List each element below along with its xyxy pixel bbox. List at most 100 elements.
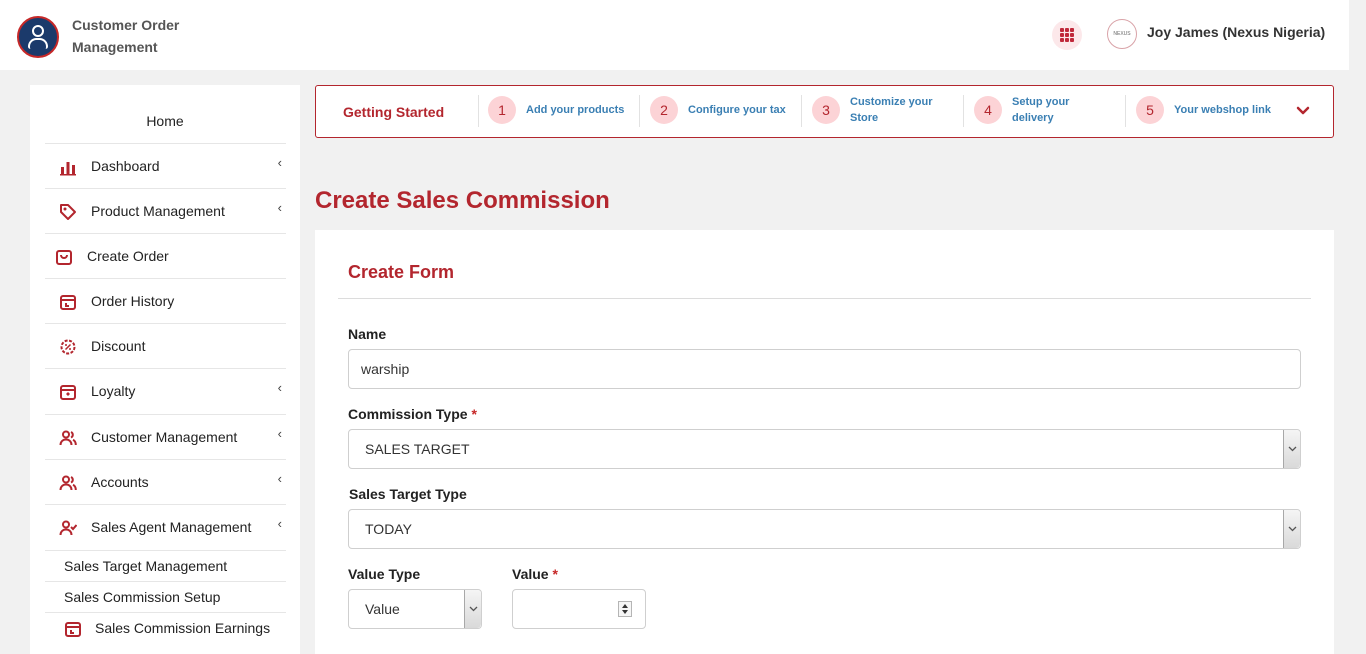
- users-icon: [59, 475, 77, 491]
- shopping-bag-icon: [56, 250, 72, 265]
- sidebar-item-label: Create Order: [87, 248, 169, 264]
- chevron-left-icon: ‹: [277, 471, 282, 486]
- chevron-left-icon: ‹: [277, 426, 282, 441]
- sidebar: Home Dashboard ‹ Product Management ‹ Cr…: [30, 85, 300, 654]
- sidebar-item-order-history[interactable]: Order History: [45, 278, 286, 323]
- step-number: 2: [650, 96, 678, 124]
- sidebar-item-label: Loyalty: [91, 383, 136, 399]
- sidebar-item-label: Dashboard: [91, 158, 160, 174]
- gift-box-icon: [60, 385, 76, 400]
- name-input[interactable]: warship: [348, 349, 1301, 389]
- step-number: 3: [812, 96, 840, 124]
- chevron-down-icon[interactable]: [1296, 104, 1310, 118]
- sidebar-item-customer-management[interactable]: Customer Management ‹: [45, 414, 286, 459]
- sidebar-item-sales-agent-management[interactable]: Sales Agent Management ‹: [45, 504, 286, 549]
- divider: [963, 95, 964, 127]
- value-label-text: Value: [512, 566, 549, 582]
- required-marker: *: [552, 566, 558, 582]
- sidebar-item-product-management[interactable]: Product Management ‹: [45, 188, 286, 233]
- step-number: 4: [974, 96, 1002, 124]
- chevron-left-icon: ‹: [277, 380, 282, 395]
- top-bar: Customer Order Management NEXUS Joy Jame…: [0, 0, 1349, 70]
- divider: [338, 298, 1311, 299]
- sidebar-subitem-label: Sales Commission Setup: [64, 589, 221, 605]
- chevron-left-icon: ‹: [277, 516, 282, 531]
- sidebar-item-label: Accounts: [91, 474, 149, 490]
- sidebar-item-label: Order History: [91, 293, 175, 309]
- tag-icon: [60, 204, 76, 220]
- sidebar-item-label: Sales Agent Management: [91, 519, 252, 535]
- sidebar-subitem-sales-commission-setup[interactable]: Sales Commission Setup: [45, 581, 286, 612]
- chevron-down-icon: [1288, 526, 1297, 532]
- user-check-icon: [59, 520, 77, 536]
- sales-target-type-value: TODAY: [365, 521, 412, 537]
- sidebar-item-accounts[interactable]: Accounts ‹: [45, 459, 286, 504]
- divider: [478, 95, 479, 127]
- getting-started-step-2[interactable]: 2 Configure your tax: [650, 94, 800, 128]
- getting-started-step-5[interactable]: 5 Your webshop link: [1136, 94, 1286, 128]
- sidebar-item-discount[interactable]: Discount: [45, 323, 286, 368]
- calendar-icon: [65, 622, 81, 637]
- getting-started-step-3[interactable]: 3 Customize your Store: [812, 94, 962, 128]
- value-label: Value *: [512, 566, 558, 582]
- select-arrow: [1283, 510, 1300, 548]
- commission-type-label: Commission Type *: [348, 406, 477, 422]
- user-name[interactable]: Joy James (Nexus Nigeria): [1147, 24, 1325, 40]
- chevron-down-icon: [469, 606, 478, 612]
- sales-target-type-label: Sales Target Type: [349, 486, 467, 502]
- getting-started-step-4[interactable]: 4 Setup your delivery: [974, 94, 1124, 128]
- sidebar-item-create-order[interactable]: Create Order: [45, 233, 286, 278]
- getting-started-bar: Getting Started 1 Add your products 2 Co…: [315, 85, 1334, 138]
- sidebar-item-label: Customer Management: [91, 429, 238, 445]
- select-arrow: [1283, 430, 1300, 468]
- apps-grid-icon: [1060, 28, 1074, 42]
- getting-started-title: Getting Started: [343, 104, 445, 120]
- users-icon: [59, 430, 77, 446]
- bar-chart-icon: [60, 162, 76, 176]
- value-type-select[interactable]: Value: [348, 589, 482, 629]
- commission-type-select[interactable]: SALES TARGET: [348, 429, 1301, 469]
- value-number-input[interactable]: [512, 589, 646, 629]
- sidebar-subitem-sales-target-management[interactable]: Sales Target Management: [45, 550, 286, 581]
- step-label: Add your products: [526, 104, 625, 116]
- apps-grid-button[interactable]: [1052, 20, 1082, 50]
- sales-target-type-select[interactable]: TODAY: [348, 509, 1301, 549]
- sidebar-item-label: Product Management: [91, 203, 225, 219]
- commission-type-label-text: Commission Type: [348, 406, 468, 422]
- calendar-icon: [60, 295, 76, 310]
- sidebar-item-label: Discount: [91, 338, 146, 354]
- required-marker: *: [471, 406, 477, 422]
- discount-badge-icon: [60, 339, 76, 355]
- select-arrow: [464, 590, 481, 628]
- commission-type-value: SALES TARGET: [365, 441, 470, 457]
- app-logo-icon[interactable]: [17, 16, 59, 58]
- name-label: Name: [348, 326, 387, 342]
- step-label: Your webshop link: [1174, 104, 1271, 116]
- app-title: Customer Order Management: [72, 17, 180, 55]
- sidebar-home-link[interactable]: Home: [30, 113, 300, 129]
- divider: [1125, 95, 1126, 127]
- getting-started-step-1[interactable]: 1 Add your products: [488, 94, 638, 128]
- sidebar-subitem-label: Sales Target Management: [64, 558, 228, 574]
- chevron-left-icon: ‹: [277, 200, 282, 215]
- sidebar-item-loyalty[interactable]: Loyalty ‹: [45, 368, 286, 413]
- create-form-card: Create Form Name warship Commission Type…: [315, 230, 1334, 654]
- divider: [639, 95, 640, 127]
- divider: [801, 95, 802, 127]
- step-label: Setup your delivery: [1012, 96, 1070, 124]
- chevron-down-icon: [1288, 446, 1297, 452]
- chevron-left-icon: ‹: [277, 155, 282, 170]
- form-title: Create Form: [348, 262, 455, 282]
- step-label: Configure your tax: [688, 104, 786, 116]
- step-number: 1: [488, 96, 516, 124]
- value-type-label: Value Type: [348, 566, 421, 582]
- step-label: Customize your Store: [850, 96, 933, 124]
- page-title: Create Sales Commission: [315, 187, 610, 214]
- user-avatar[interactable]: NEXUS: [1107, 19, 1137, 49]
- sidebar-subitem-sales-commission-earnings[interactable]: Sales Commission Earnings: [45, 612, 286, 643]
- value-type-value: Value: [365, 601, 400, 617]
- sidebar-item-dashboard[interactable]: Dashboard ‹: [45, 143, 286, 188]
- sidebar-subitem-label: Sales Commission Earnings: [95, 620, 271, 636]
- step-number: 5: [1136, 96, 1164, 124]
- number-spinner-icon[interactable]: [618, 601, 632, 617]
